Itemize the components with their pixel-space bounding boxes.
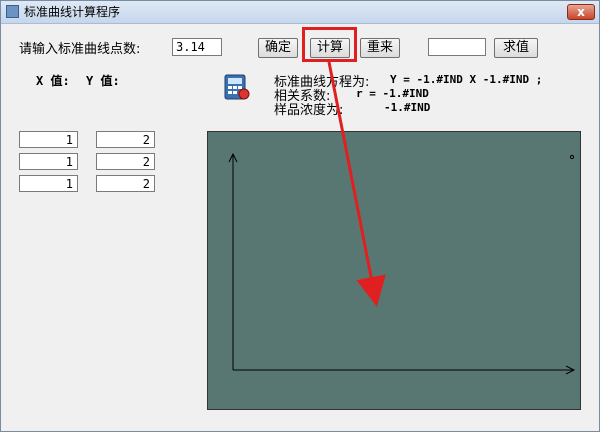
- annotation-arrow: [327, 61, 386, 307]
